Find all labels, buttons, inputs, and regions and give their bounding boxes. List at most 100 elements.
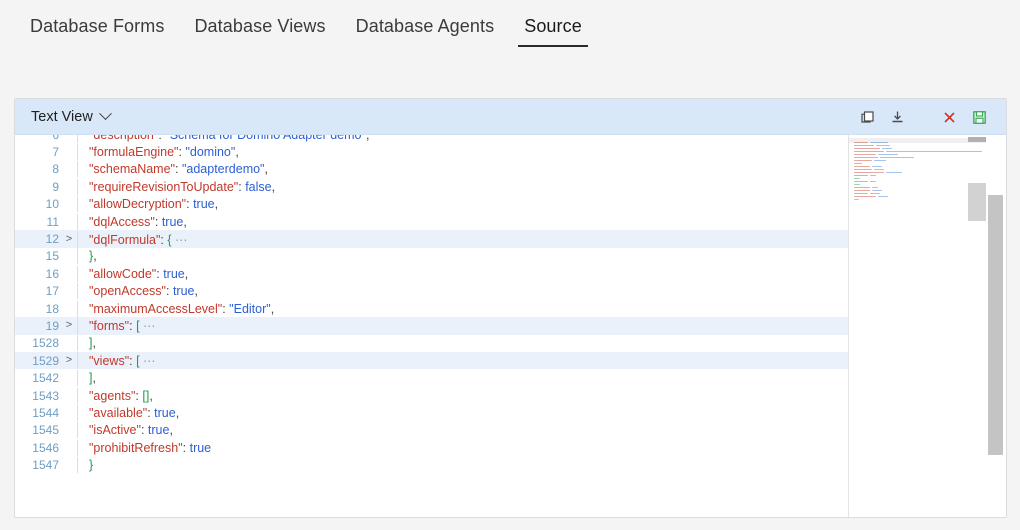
code-line-text: "available": true,: [77, 404, 873, 421]
editor-toolbar-actions: [852, 99, 1006, 135]
tab-database-forms[interactable]: Database Forms: [30, 10, 188, 47]
code-token: ,: [270, 301, 275, 316]
code-token: "adapterdemo": [181, 162, 265, 177]
code-line[interactable]: 1529 > "views": [ ⋯: [15, 352, 873, 370]
code-line-text: "description": "Schema for Domino Adapte…: [77, 135, 873, 143]
code-line[interactable]: 11 "dqlAccess": true,: [15, 213, 873, 230]
code-line-text: "views": [ ⋯: [77, 352, 873, 370]
fold-chevron-icon[interactable]: >: [61, 233, 77, 245]
code-line[interactable]: 16 "allowCode": true,: [15, 265, 873, 282]
minimap-row: [854, 198, 982, 201]
code-line-text: "allowDecryption": true,: [77, 196, 873, 213]
line-number: 1529: [32, 353, 59, 368]
primary-tab-bar: Database Forms Database Views Database A…: [0, 0, 1020, 56]
code-line[interactable]: 1545 "isActive": true,: [15, 422, 873, 439]
code-line-text: "isActive": true,: [77, 422, 873, 439]
code-minimap[interactable]: [848, 135, 986, 517]
code-line[interactable]: 10 "allowDecryption": true,: [15, 196, 873, 213]
minimap-rows: [854, 141, 982, 201]
line-number: 1528: [32, 336, 59, 351]
code-token: true: [161, 214, 184, 229]
tab-label: Database Agents: [355, 15, 495, 36]
code-token: ,: [194, 284, 198, 299]
code-line-text: "dqlFormula": { ⋯: [77, 230, 873, 248]
save-icon[interactable]: [964, 102, 994, 132]
line-number: 9: [52, 179, 59, 194]
fold-chevron-icon[interactable]: >: [61, 355, 77, 366]
code-line[interactable]: 1543 "agents": [],: [15, 387, 873, 404]
code-token: true: [189, 440, 212, 455]
vertical-scrollbar[interactable]: [986, 135, 1006, 517]
line-number: 10: [45, 197, 59, 212]
minimap-scroll-thumb-bottom[interactable]: [968, 183, 986, 221]
download-icon[interactable]: [882, 102, 912, 132]
code-token: ⋯: [139, 319, 156, 334]
code-token: "dqlAccess": [89, 214, 155, 229]
code-token: "prohibitRefresh": [89, 440, 183, 455]
code-token: "openAccess": [89, 284, 166, 299]
code-token: ,: [264, 162, 268, 177]
code-line[interactable]: 1528],: [15, 335, 873, 352]
code-line-text: "agents": [],: [77, 387, 873, 404]
vertical-scrollbar-thumb[interactable]: [988, 195, 1003, 455]
code-line-text: "schemaName": "adapterdemo",: [77, 161, 873, 178]
code-token: true: [147, 423, 170, 438]
code-line[interactable]: 12 > "dqlFormula": { ⋯: [15, 230, 873, 248]
tab-label: Database Views: [194, 15, 326, 36]
source-editor-panel: Text View 7 "formulaEngine": "domino", 8…: [14, 98, 1007, 518]
code-token: "Schema for Domino Adapter demo": [165, 135, 366, 142]
tab-database-agents[interactable]: Database Agents: [356, 10, 519, 47]
tab-database-views[interactable]: Database Views: [194, 10, 349, 47]
code-line[interactable]: 6 "description": "Schema for Domino Adapt…: [15, 135, 873, 143]
code-line-text: "maximumAccessLevel": "Editor",: [77, 300, 873, 317]
code-line[interactable]: 1542],: [15, 369, 873, 387]
line-number: 16: [45, 266, 59, 281]
code-token: "schemaName": [89, 162, 175, 177]
code-line[interactable]: 17 "openAccess": true,: [15, 283, 873, 300]
code-line[interactable]: 9 "requireRevisionToUpdate": false,: [15, 178, 873, 195]
code-token: :: [165, 284, 173, 299]
code-line[interactable]: 8 "schemaName": "adapterdemo",: [15, 161, 873, 178]
code-token: :: [154, 214, 162, 229]
code-token: }: [89, 458, 94, 473]
code-token: ,: [235, 145, 239, 160]
code-line[interactable]: 15},: [15, 248, 873, 265]
code-line[interactable]: 18 "maximumAccessLevel": "Editor",: [15, 300, 873, 317]
code-line[interactable]: 19 > "forms": [ ⋯: [15, 317, 873, 335]
view-mode-dropdown[interactable]: Text View: [31, 107, 112, 125]
code-line-text: ],: [77, 370, 873, 387]
line-number: 6: [15, 135, 61, 142]
code-token: ,: [271, 179, 276, 194]
code-token: true: [154, 405, 176, 420]
code-line[interactable]: 1547}: [15, 456, 873, 474]
minimap-scroll-thumb-top[interactable]: [968, 137, 986, 142]
code-token: "Editor": [229, 301, 271, 316]
code-line-text: ],: [77, 335, 873, 352]
code-line[interactable]: 1546 "prohibitRefresh": true: [15, 439, 873, 456]
fold-chevron-icon[interactable]: >: [61, 320, 77, 331]
code-text-area[interactable]: 6 "description": "Schema for Domino Adapt…: [15, 135, 873, 517]
code-token: "description": [89, 135, 158, 142]
code-line-list: 6 "description": "Schema for Domino Adapt…: [15, 135, 873, 474]
copy-icon[interactable]: [852, 102, 882, 132]
code-token: "dqlFormula": [89, 232, 161, 247]
code-token: "available": [89, 405, 148, 420]
code-line-text: },: [77, 248, 873, 265]
code-token: ,: [184, 266, 189, 281]
line-number: 1545: [32, 423, 59, 438]
code-token: false: [245, 179, 272, 194]
minimap-viewport[interactable]: [849, 138, 986, 143]
code-line[interactable]: 1544 "available": true,: [15, 404, 873, 421]
code-token: :: [182, 440, 190, 455]
close-icon[interactable]: [934, 102, 964, 132]
tab-label: Source: [524, 15, 582, 36]
line-number: 1543: [32, 388, 59, 403]
tab-source[interactable]: Source: [518, 10, 606, 47]
code-token: "domino": [185, 145, 236, 160]
code-token: :: [140, 423, 148, 438]
code-token: ,: [93, 249, 97, 264]
code-token: ⋯: [171, 232, 188, 247]
code-line[interactable]: 7 "formulaEngine": "domino",: [15, 143, 873, 161]
code-token: "agents": [89, 388, 136, 403]
line-number: 1544: [32, 405, 59, 420]
